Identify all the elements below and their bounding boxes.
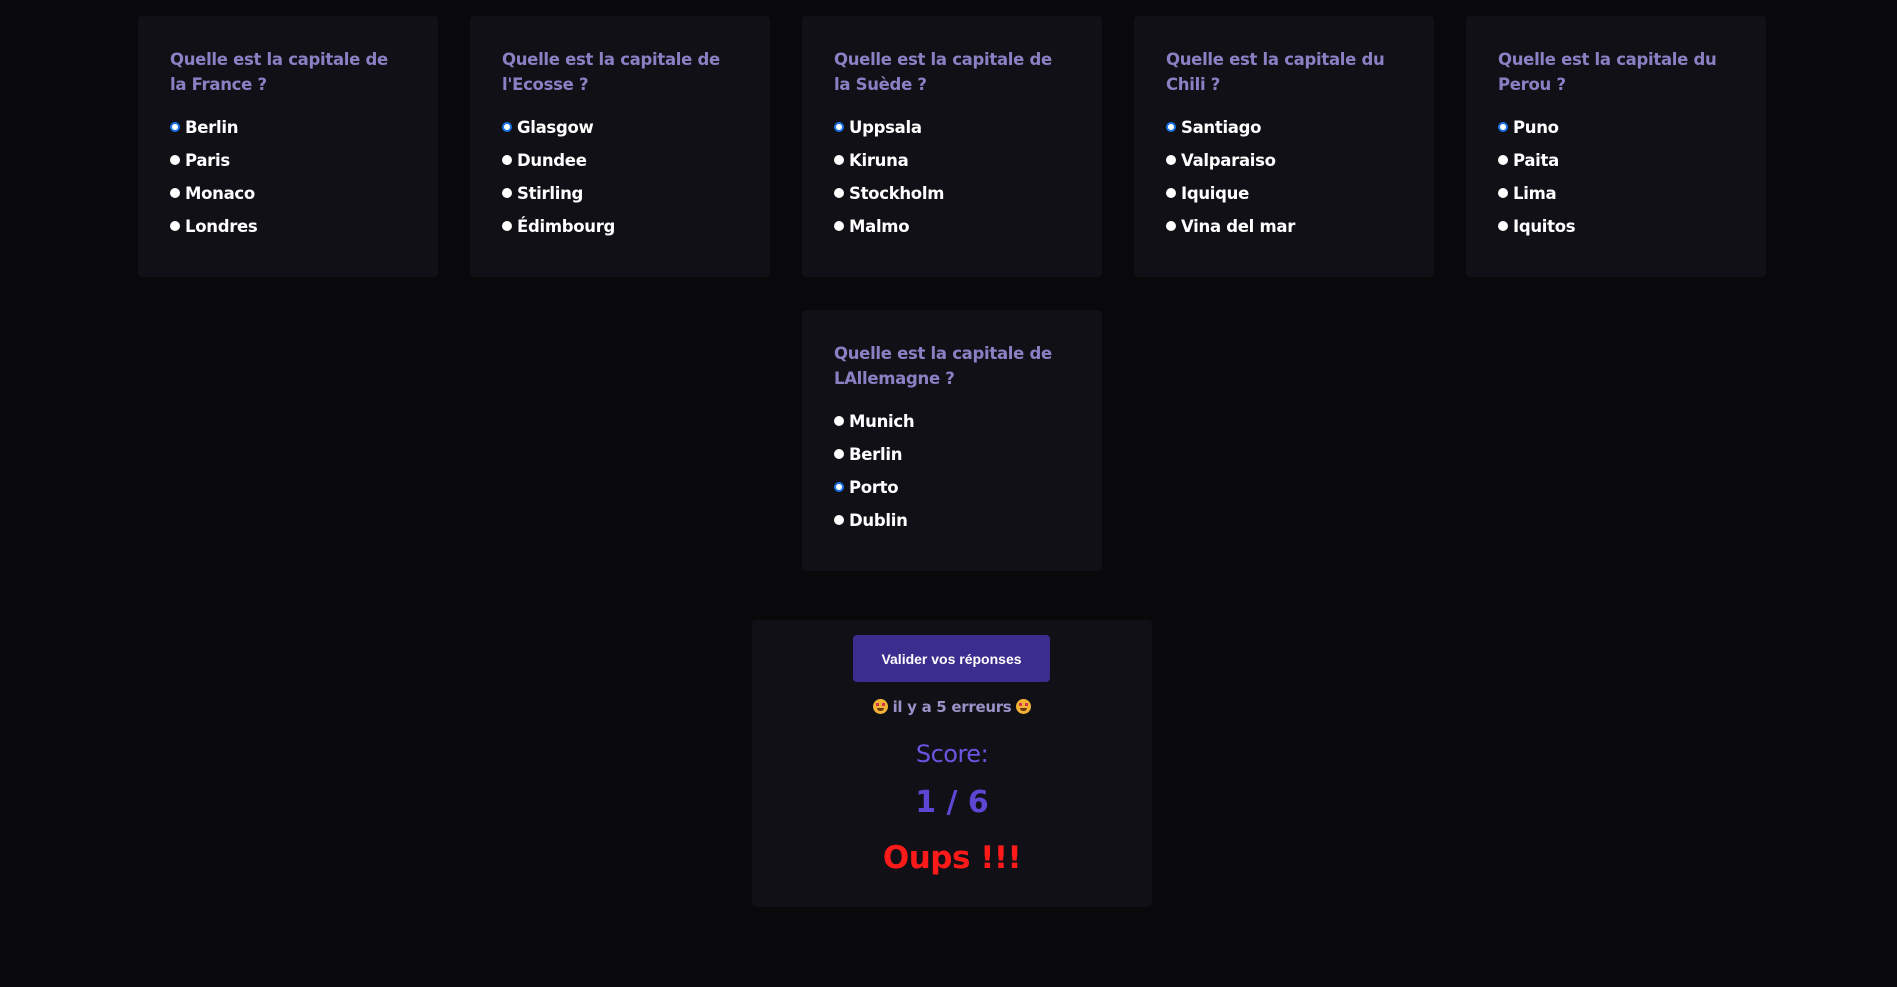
option-iquique[interactable]: Iquique xyxy=(1166,177,1403,210)
option-berlin[interactable]: Berlin xyxy=(834,438,1071,471)
question-title: Quelle est la capitale de LAllemagne ? xyxy=(834,344,1052,388)
option-dublin[interactable]: Dublin xyxy=(834,504,1071,537)
radio-button[interactable] xyxy=(1498,220,1508,231)
option-label: Porto xyxy=(849,478,899,497)
option-label: Iquitos xyxy=(1513,217,1576,236)
radio-button-checked[interactable] xyxy=(1498,121,1508,132)
option-monaco[interactable]: Monaco xyxy=(170,177,407,210)
score-label: Score: xyxy=(915,740,989,768)
option-label: Monaco xyxy=(185,184,255,203)
option-label: Berlin xyxy=(185,118,239,137)
radio-button[interactable] xyxy=(834,448,844,459)
option-label: Munich xyxy=(849,412,915,431)
option-iquitos[interactable]: Iquitos xyxy=(1498,210,1735,243)
star-struck-emoji-icon xyxy=(1016,699,1032,714)
option-lima[interactable]: Lima xyxy=(1498,177,1735,210)
question-card-perou: Quelle est la capitale du Perou ? Puno P… xyxy=(1466,16,1766,277)
question-card-allemagne: Quelle est la capitale de LAllemagne ? M… xyxy=(802,310,1102,571)
question-title: Quelle est la capitale de la Suède ? xyxy=(834,50,1052,94)
error-count-message: il y a 5 erreurs xyxy=(752,698,1152,716)
result-panel: Valider vos réponses il y a 5 erreurs Sc… xyxy=(752,620,1152,907)
option-label: Puno xyxy=(1513,118,1559,137)
option-kiruna[interactable]: Kiruna xyxy=(834,144,1071,177)
radio-button[interactable] xyxy=(1498,187,1508,198)
option-label: Paris xyxy=(185,151,230,170)
option-label: Glasgow xyxy=(517,118,594,137)
question-card-chili: Quelle est la capitale du Chili ? Santia… xyxy=(1134,16,1434,277)
radio-button[interactable] xyxy=(1498,154,1508,165)
option-label: Lima xyxy=(1513,184,1557,203)
option-label: Vina del mar xyxy=(1181,217,1296,236)
option-label: Édimbourg xyxy=(517,217,616,236)
option-londres[interactable]: Londres xyxy=(170,210,407,243)
score-value: 1 / 6 xyxy=(915,785,989,820)
radio-button[interactable] xyxy=(170,187,180,198)
radio-button-checked[interactable] xyxy=(834,481,844,492)
option-stirling[interactable]: Stirling xyxy=(502,177,739,210)
option-berlin[interactable]: Berlin xyxy=(170,111,407,144)
option-porto[interactable]: Porto xyxy=(834,471,1071,504)
radio-button[interactable] xyxy=(1166,187,1176,198)
option-munich[interactable]: Munich xyxy=(834,405,1071,438)
radio-button[interactable] xyxy=(170,154,180,165)
option-label: Uppsala xyxy=(849,118,922,137)
option-malmo[interactable]: Malmo xyxy=(834,210,1071,243)
option-puno[interactable]: Puno xyxy=(1498,111,1735,144)
option-vina-del-mar[interactable]: Vina del mar xyxy=(1166,210,1403,243)
radio-button[interactable] xyxy=(502,187,512,198)
question-card-suede: Quelle est la capitale de la Suède ? Upp… xyxy=(802,16,1102,277)
option-label: Malmo xyxy=(849,217,910,236)
option-label: Valparaiso xyxy=(1181,151,1276,170)
option-label: Dublin xyxy=(849,511,908,530)
radio-button[interactable] xyxy=(834,514,844,525)
option-label: Londres xyxy=(185,217,258,236)
radio-button[interactable] xyxy=(502,220,512,231)
option-label: Paita xyxy=(1513,151,1559,170)
radio-button[interactable] xyxy=(170,220,180,231)
option-label: Stockholm xyxy=(849,184,945,203)
option-uppsala[interactable]: Uppsala xyxy=(834,111,1071,144)
radio-button[interactable] xyxy=(502,154,512,165)
radio-button-checked[interactable] xyxy=(1166,121,1176,132)
question-title: Quelle est la capitale du Chili ? xyxy=(1166,50,1385,94)
option-dundee[interactable]: Dundee xyxy=(502,144,739,177)
option-valparaiso[interactable]: Valparaiso xyxy=(1166,144,1403,177)
radio-button-checked[interactable] xyxy=(834,121,844,132)
error-count-text: il y a 5 erreurs xyxy=(892,698,1012,716)
radio-button[interactable] xyxy=(1166,154,1176,165)
question-card-france: Quelle est la capitale de la France ? Be… xyxy=(138,16,438,277)
option-label: Dundee xyxy=(517,151,587,170)
radio-button[interactable] xyxy=(834,154,844,165)
option-label: Kiruna xyxy=(849,151,909,170)
option-glasgow[interactable]: Glasgow xyxy=(502,111,739,144)
question-title: Quelle est la capitale du Perou ? xyxy=(1498,50,1717,94)
question-title: Quelle est la capitale de la France ? xyxy=(170,50,388,94)
question-card-ecosse: Quelle est la capitale de l'Ecosse ? Gla… xyxy=(470,16,770,277)
question-title: Quelle est la capitale de l'Ecosse ? xyxy=(502,50,720,94)
option-paris[interactable]: Paris xyxy=(170,144,407,177)
star-struck-emoji-icon xyxy=(872,699,888,714)
validate-answers-button[interactable]: Valider vos réponses xyxy=(853,635,1050,682)
option-edimbourg[interactable]: Édimbourg xyxy=(502,210,739,243)
radio-button-checked[interactable] xyxy=(502,121,512,132)
option-label: Santiago xyxy=(1181,118,1262,137)
radio-button[interactable] xyxy=(1166,220,1176,231)
option-label: Iquique xyxy=(1181,184,1250,203)
option-label: Stirling xyxy=(517,184,584,203)
option-paita[interactable]: Paita xyxy=(1498,144,1735,177)
option-label: Berlin xyxy=(849,445,903,464)
radio-button-checked[interactable] xyxy=(170,121,180,132)
option-stockholm[interactable]: Stockholm xyxy=(834,177,1071,210)
verdict-message: Oups !!! xyxy=(882,840,1022,876)
radio-button[interactable] xyxy=(834,220,844,231)
radio-button[interactable] xyxy=(834,187,844,198)
radio-button[interactable] xyxy=(834,415,844,426)
option-santiago[interactable]: Santiago xyxy=(1166,111,1403,144)
quiz-page: Quelle est la capitale de la France ? Be… xyxy=(0,0,1897,987)
